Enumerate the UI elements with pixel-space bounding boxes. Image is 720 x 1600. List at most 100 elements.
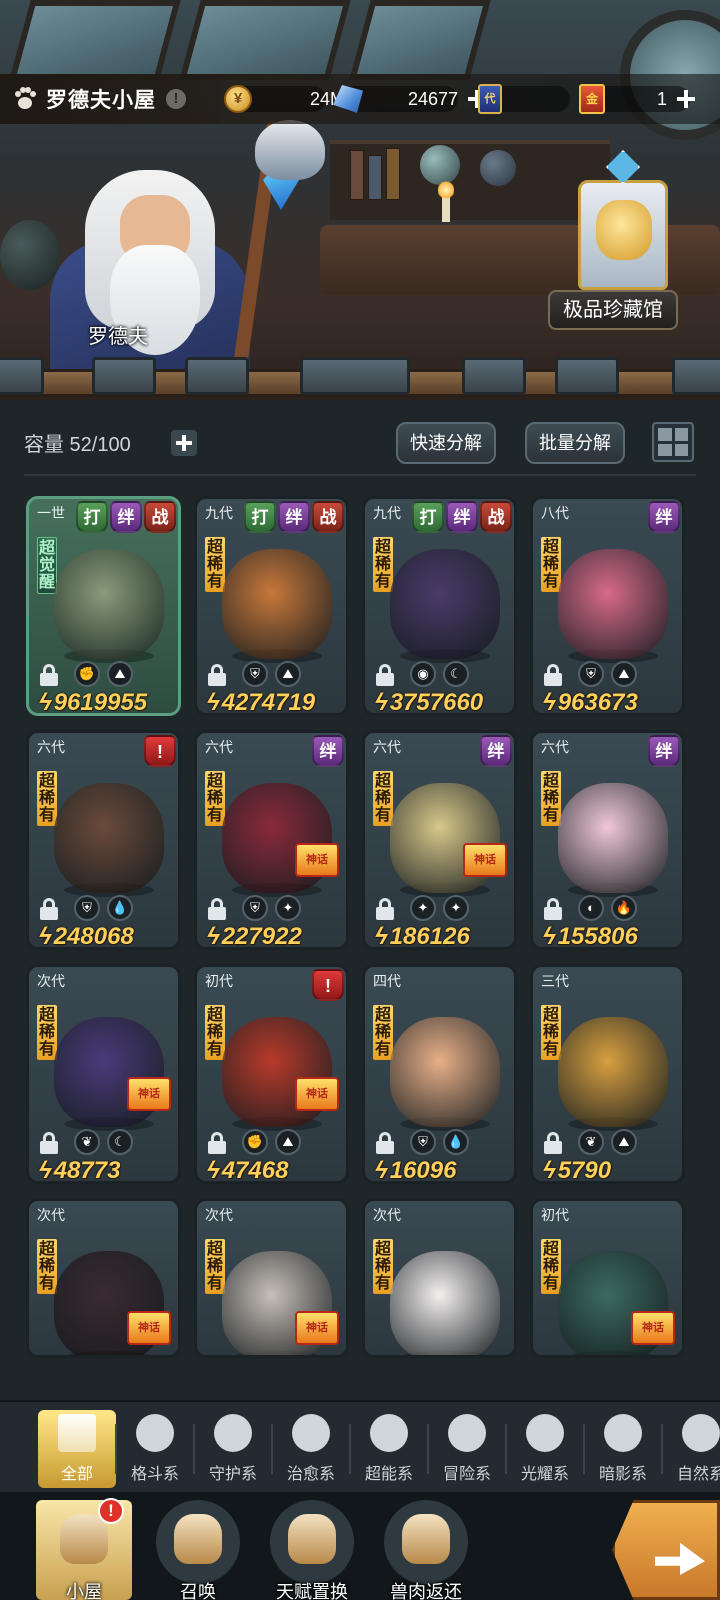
gallery-button[interactable]: 极品珍藏馆 [548,290,678,330]
trait-tag: 绊 [312,735,344,767]
earth-icon: ⛰ [275,1129,301,1155]
pet-card[interactable]: 次代 超稀有 神话 [26,1198,181,1358]
pet-card[interactable]: 次代 超稀有 [362,1198,517,1358]
power-icon: ϟ [543,923,556,950]
capacity-add-button[interactable] [171,430,197,456]
eye-icon: ◉ [410,661,436,687]
tab-sprout[interactable]: 治愈系 [272,1410,350,1488]
pet-card[interactable]: 初代 超稀有 神话 [530,1198,685,1358]
grid-view-toggle[interactable] [652,422,694,462]
power-icon: ϟ [375,1157,388,1184]
pet-card[interactable]: 八代 绊超稀有 ⛨ ⛰ ϟ963673 [530,496,685,716]
coin-resource: ¥ 24M [224,84,345,114]
quick-decompose-button[interactable]: 快速分解 [396,422,496,464]
wall-trim [0,355,720,405]
lock-icon[interactable] [375,898,395,920]
tab-star[interactable]: 光耀系 [506,1410,584,1488]
mythic-badge: 神话 [295,1077,339,1111]
rarity-label: 超稀有 [205,537,225,592]
tab-eye[interactable]: 暗影系 [584,1410,662,1488]
power-icon: ϟ [207,923,220,950]
trait-tag: 打 [412,501,444,533]
rarity-label: 超稀有 [373,771,393,826]
tab-label: 自然系 [676,1466,720,1483]
water-icon: 💧 [107,895,133,921]
pet-card[interactable]: 初代! 超稀有 神话 ✊ ⛰ ϟ47468 [194,964,349,1184]
power-icon: ϟ [207,689,220,716]
eye-icon [604,1414,642,1452]
generation-label: 六代 [541,739,569,755]
pet-card[interactable]: 六代 绊超稀有 神话 ⛨ ✦ ϟ227922 [194,730,349,950]
lock-icon[interactable] [39,898,59,920]
earth-icon: ⛰ [275,661,301,687]
nav-meat[interactable]: 兽肉返还 [378,1500,474,1600]
ticket-add-button[interactable] [675,88,697,110]
power-value: ϟ248068 [39,923,134,950]
nav-house[interactable]: 小屋! [36,1498,132,1600]
lock-icon[interactable] [39,664,59,686]
tab-all[interactable]: 全部 [38,1410,116,1488]
nav-swap[interactable]: 天赋置换 [264,1500,360,1600]
lock-icon[interactable] [543,898,563,920]
pet-portrait [54,549,164,659]
pet-card[interactable]: 四代 超稀有 ⛨ 💧 ϟ16096 [362,964,517,1184]
lock-icon[interactable] [375,664,395,686]
lock-icon[interactable] [543,664,563,686]
generation-label: 六代 [37,739,65,755]
alert-badge: ! [144,735,176,767]
tag-group: ! [144,735,176,767]
pet-card[interactable]: 六代 绊超稀有 ◐ 🔥 ϟ155806 [530,730,685,950]
rarity-label: 超稀有 [541,1239,561,1294]
lantern-icon [448,1414,486,1452]
batch-decompose-button[interactable]: 批量分解 [525,422,625,464]
wizard-npc[interactable] [40,120,325,380]
mythic-badge: 神话 [295,1311,339,1345]
trait-tag: 绊 [648,735,680,767]
pet-card[interactable]: 次代 超稀有 神话 ❦ ☾ ϟ48773 [26,964,181,1184]
pet-card[interactable]: 九代打绊战超稀有 ◉ ☾ ϟ3757660 [362,496,517,716]
go-button[interactable] [612,1500,720,1600]
crystal-value: 24677 [407,88,458,109]
tab-lantern[interactable]: 冒险系 [428,1410,506,1488]
tab-fist[interactable]: 格斗系 [116,1410,194,1488]
rarity-label: 超稀有 [205,1005,225,1060]
lock-icon[interactable] [207,664,227,686]
nav-label: 召唤 [180,1582,216,1600]
trait-tag: 绊 [446,501,478,533]
lock-icon[interactable] [207,898,227,920]
trait-tag: 打 [76,501,108,533]
npc-name: 罗德夫 [88,326,148,348]
leaf-icon: ❦ [74,1129,100,1155]
power-value: ϟ3757660 [375,689,484,716]
tab-leaf[interactable]: 自然系 [662,1410,720,1488]
tag-group: 绊 [648,501,680,533]
lock-icon[interactable] [39,1132,59,1154]
info-icon[interactable]: ! [166,89,186,109]
tab-alien[interactable]: 超能系 [350,1410,428,1488]
lock-icon[interactable] [543,1132,563,1154]
generation-label: 九代 [373,505,401,521]
card-resource: 代 0 [478,84,590,114]
pet-card[interactable]: 一世打绊战超觉醒 ✊ ⛰ ϟ9619955 [26,496,181,716]
nav-label: 兽肉返还 [390,1582,462,1600]
nav-egg[interactable]: 召唤 [150,1500,246,1600]
pet-card[interactable]: 六代! 超稀有 ⛨ 💧 ϟ248068 [26,730,181,950]
mythic-badge: 神话 [127,1311,171,1345]
earth-icon: ⛰ [611,661,637,687]
lock-icon[interactable] [207,1132,227,1154]
gallery-throne[interactable] [568,150,678,290]
earth-icon: ⛰ [611,1129,637,1155]
pet-card[interactable]: 九代打绊战超稀有 ⛨ ⛰ ϟ4274719 [194,496,349,716]
category-tabs: 全部 格斗系 守护系 治愈系 超能系 冒险系 光耀系 暗影系 自然系 [0,1400,720,1492]
water-icon: 💧 [443,1129,469,1155]
pet-card[interactable]: 三代 超稀有 ❦ ⛰ ϟ5790 [530,964,685,1184]
trait-tag: 战 [144,501,176,533]
generation-label: 八代 [541,505,569,521]
tab-label: 冒险系 [442,1466,491,1483]
power-value: ϟ963673 [543,689,638,716]
lock-icon[interactable] [375,1132,395,1154]
pet-card[interactable]: 六代 绊超稀有 神话 ✦ ✦ ϟ186126 [362,730,517,950]
tab-shield[interactable]: 守护系 [194,1410,272,1488]
swap-icon [270,1500,354,1584]
pet-card[interactable]: 次代 超稀有 神话 [194,1198,349,1358]
